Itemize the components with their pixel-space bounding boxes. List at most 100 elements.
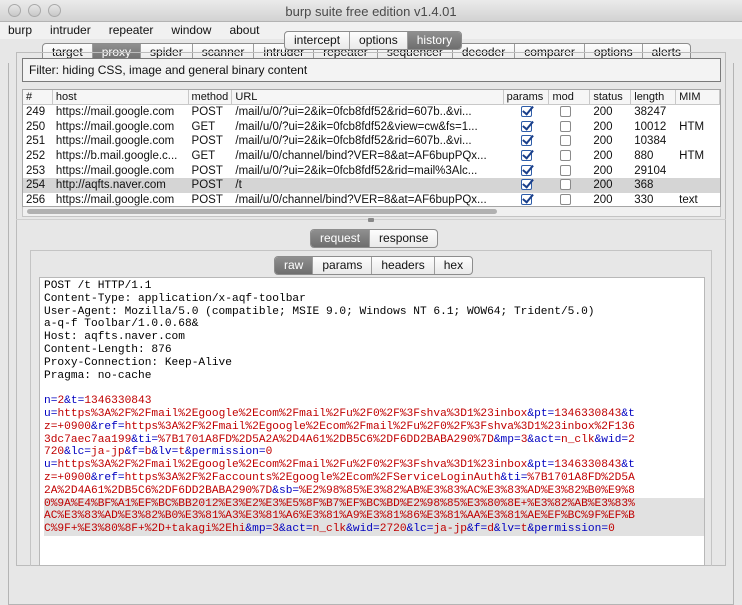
column-header-length[interactable]: length xyxy=(631,90,677,104)
menu-window[interactable]: window xyxy=(171,22,211,39)
table-row[interactable]: 251 https://mail.google.com POST/mail/u/0/… xyxy=(23,134,720,149)
tab-request[interactable]: request xyxy=(311,230,371,247)
param-value: 1346330843 xyxy=(554,407,622,420)
column-header-mime[interactable]: MIM xyxy=(676,90,720,104)
params-cell xyxy=(504,178,550,193)
cell-number: 252 xyxy=(26,150,46,163)
split-pane-divider[interactable] xyxy=(16,218,726,223)
cell-host: https://b.mail.google.c... xyxy=(55,150,178,163)
cell-host: https://mail.google.com xyxy=(55,120,175,133)
filter-label: Filter: xyxy=(29,63,59,77)
param-name: u= xyxy=(44,407,58,420)
mod-checkbox[interactable] xyxy=(560,194,572,206)
param-name: &f= xyxy=(124,446,145,459)
tab-hex[interactable]: hex xyxy=(435,257,472,274)
table-horizontal-scrollbar[interactable] xyxy=(22,207,721,217)
column-header-params[interactable]: params xyxy=(504,90,550,104)
params-checkbox[interactable] xyxy=(520,194,532,206)
history-table: # host method URL params mod status leng… xyxy=(22,89,721,207)
tab-params[interactable]: params xyxy=(313,257,373,274)
cell-length: 38247 xyxy=(634,106,667,118)
param-value: C%9F+%E3%80%8F+%2D+takagi%2Ehi xyxy=(44,523,246,536)
params-checkbox[interactable] xyxy=(520,179,532,191)
menu-repeater[interactable]: repeater xyxy=(109,22,154,39)
param-value: 2720 xyxy=(379,523,407,536)
cell-url: /mail/u/0/channel/bind?VER=8&at=AF6bupPQ… xyxy=(235,150,487,163)
table-row[interactable]: 254 http://aqfts.naver.com POST/t 200 368 xyxy=(23,178,720,194)
tab-raw[interactable]: raw xyxy=(275,257,314,274)
params-checkbox[interactable] xyxy=(520,106,532,117)
cell-length: 10012 xyxy=(634,120,667,133)
mod-checkbox[interactable] xyxy=(560,150,572,162)
mod-cell xyxy=(549,134,590,149)
tab-response[interactable]: response xyxy=(370,230,437,247)
param-value: %7B1701A8FD%2D5A2A%2D4A61%2DB5C6%2DF6DD2… xyxy=(158,433,494,446)
request-body-line: z=+0900&ref=https%3A%2F%2Faccounts%2Egoo… xyxy=(44,472,704,485)
params-checkbox[interactable] xyxy=(520,150,532,162)
request-header-line: Content-Type: application/x-aqf-toolbar xyxy=(44,292,306,305)
cell-mime xyxy=(676,164,720,179)
param-name: &pt= xyxy=(527,459,555,472)
tab-proxy-options[interactable]: options xyxy=(350,32,408,49)
cell-number: 254 xyxy=(26,179,46,192)
request-header-lines: POST /t HTTP/1.1 Content-Type: applicatio… xyxy=(44,280,704,395)
cell-method: POST xyxy=(191,106,223,118)
mod-checkbox[interactable] xyxy=(560,106,572,117)
tab-history[interactable]: history xyxy=(407,32,462,49)
table-row[interactable]: 252 https://b.mail.google.c... GET/mail/u/… xyxy=(23,149,720,164)
tab-headers[interactable]: headers xyxy=(372,257,435,274)
format-tab-bar: raw params headers hex xyxy=(274,256,474,275)
cell-url: /mail/u/0/channel/bind?VER=8&at=AF6bupPQ… xyxy=(235,194,487,207)
param-name: &t xyxy=(621,459,635,472)
divider-handle-icon[interactable] xyxy=(368,218,374,222)
param-name: &t xyxy=(621,407,635,420)
param-name: &f= xyxy=(467,523,488,536)
cell-method: POST xyxy=(191,164,223,177)
mod-checkbox[interactable] xyxy=(560,135,572,147)
column-header-method[interactable]: method xyxy=(189,90,233,104)
param-value: %7B1701A8FD%2D5A xyxy=(527,471,635,484)
column-header-host[interactable]: host xyxy=(53,90,189,104)
mod-cell xyxy=(549,149,590,164)
tab-intercept[interactable]: intercept xyxy=(285,32,351,49)
request-header-line: Pragma: no-cache xyxy=(44,369,152,382)
param-name: &lv= xyxy=(493,523,521,536)
filter-bar[interactable]: Filter: hiding CSS, image and general bi… xyxy=(22,58,721,82)
cell-host: https://mail.google.com xyxy=(55,106,175,118)
params-checkbox[interactable] xyxy=(520,164,532,176)
request-body-line: 2A%2D4A61%2DB5C6%2DF6DD2BABA290%7D&sb=%E… xyxy=(44,485,704,498)
mod-checkbox[interactable] xyxy=(560,120,572,132)
table-row[interactable]: 250 https://mail.google.com GET/mail/u/0/?… xyxy=(23,120,720,135)
mod-checkbox[interactable] xyxy=(560,179,572,191)
cell-number: 251 xyxy=(26,135,46,148)
raw-request-editor[interactable]: POST /t HTTP/1.1 Content-Type: applicatio… xyxy=(39,277,705,566)
param-value: 720 xyxy=(44,446,65,459)
menu-burp[interactable]: burp xyxy=(8,22,32,39)
param-name: &act= xyxy=(279,523,313,536)
menu-intruder[interactable]: intruder xyxy=(50,22,91,39)
cell-host: https://mail.google.com xyxy=(55,135,175,148)
param-name: n= xyxy=(44,395,58,408)
param-name: &act= xyxy=(527,433,561,446)
params-checkbox[interactable] xyxy=(520,135,532,147)
scrollbar-thumb[interactable] xyxy=(27,209,497,214)
param-value: 0%9A%E4%BF%A1%EF%BC%BB2012%E3%E2%E3%E5%8… xyxy=(44,497,635,510)
cell-url: /mail/u/0/?ui=2&ik=0fcb8fdf52&rid=607b..… xyxy=(235,106,472,118)
table-row[interactable]: 256 https://mail.google.com POST/mail/u/0/… xyxy=(23,193,720,207)
mod-cell xyxy=(549,120,590,135)
mod-checkbox[interactable] xyxy=(560,164,572,176)
request-body-line: n=2&t=1346330843 xyxy=(44,395,704,408)
column-header-url[interactable]: URL xyxy=(232,90,504,104)
column-header-number[interactable]: # xyxy=(23,90,53,104)
cell-status: 200 xyxy=(593,164,613,177)
table-row[interactable]: 253 https://mail.google.com POST/mail/u/0/… xyxy=(23,164,720,179)
menu-about[interactable]: about xyxy=(229,22,259,39)
cell-number: 250 xyxy=(26,120,46,133)
cell-status: 200 xyxy=(593,150,613,163)
table-row[interactable]: 249 https://mail.google.com POST/mail/u/0/… xyxy=(23,105,720,120)
params-checkbox[interactable] xyxy=(520,120,532,132)
column-header-status[interactable]: status xyxy=(590,90,632,104)
column-header-mod[interactable]: mod xyxy=(549,90,591,104)
param-value: n_clk xyxy=(312,523,347,536)
param-name: &lc= xyxy=(406,523,434,536)
